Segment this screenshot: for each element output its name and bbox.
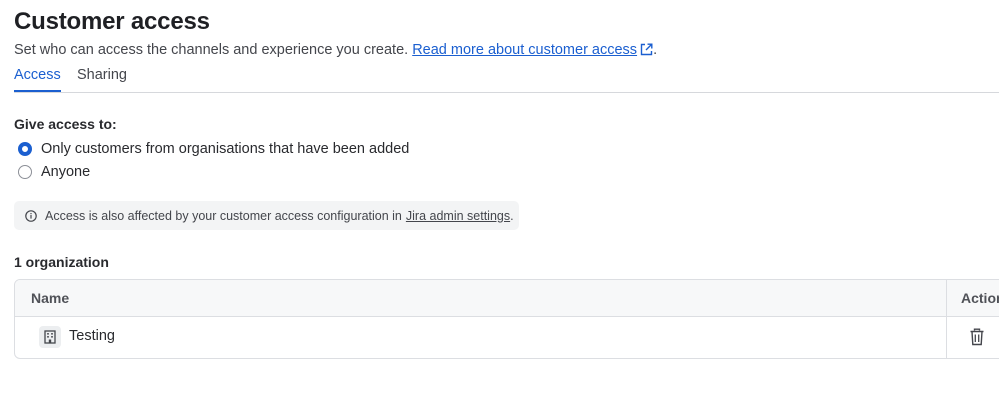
read-more-link-label: Read more about customer access: [412, 42, 638, 58]
tab-bar: Access Sharing: [14, 66, 999, 93]
page-title: Customer access: [14, 8, 210, 35]
organizations-table: Name Actions Testing: [14, 279, 999, 359]
radio-button-unchecked[interactable]: [18, 165, 32, 179]
info-text: Access is also affected by your customer…: [45, 208, 402, 223]
subtitle-text: Set who can access the channels and expe…: [14, 42, 409, 58]
page-subtitle: Set who can access the channels and expe…: [14, 42, 657, 60]
radio-button-checked[interactable]: [18, 142, 32, 156]
jira-admin-settings-link[interactable]: Jira admin settings: [406, 209, 510, 223]
give-access-label: Give access to:: [14, 116, 117, 132]
radio-option-label: Only customers from organisations that h…: [41, 141, 410, 157]
info-message: Access is also affected by your customer…: [14, 201, 519, 230]
external-link-icon: [640, 43, 653, 60]
organization-name: Testing: [69, 328, 115, 344]
info-icon: [25, 209, 37, 222]
trash-icon[interactable]: [969, 328, 987, 348]
customer-access-page: Customer access Set who can access the c…: [0, 0, 999, 420]
info-period: .: [510, 208, 514, 223]
table-row: Testing: [15, 317, 999, 358]
tab-sharing[interactable]: Sharing: [77, 66, 127, 90]
radio-option-added-organisations[interactable]: Only customers from organisations that h…: [18, 139, 409, 159]
read-more-link[interactable]: Read more about customer access: [412, 42, 653, 58]
building-icon: [39, 326, 61, 348]
subtitle-period: .: [653, 42, 658, 58]
table-header: Name Actions: [15, 280, 999, 317]
organization-count: 1 organization: [14, 254, 109, 270]
tab-access[interactable]: Access: [14, 66, 61, 92]
column-header-actions: Actions: [946, 280, 999, 316]
radio-option-anyone[interactable]: Anyone: [18, 162, 90, 182]
actions-cell: [946, 317, 999, 358]
column-header-name[interactable]: Name: [31, 280, 69, 316]
radio-option-label: Anyone: [41, 164, 91, 180]
